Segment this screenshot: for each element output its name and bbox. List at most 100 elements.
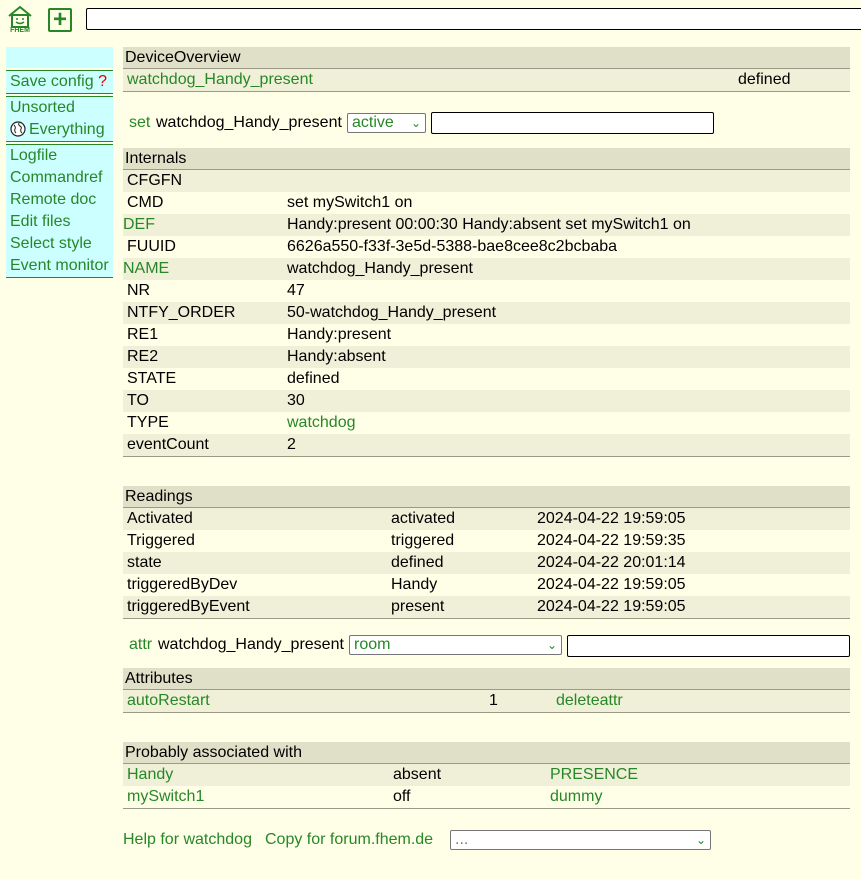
attribute-row: autoRestart 1 deleteattr — [123, 690, 850, 712]
device-name-link[interactable]: watchdog_Handy_present — [127, 69, 313, 91]
associated-device-link[interactable]: mySwitch1 — [127, 786, 204, 808]
help-link[interactable]: Help for watchdog — [123, 829, 252, 851]
menu-logfile[interactable]: Logfile — [6, 145, 113, 167]
reading-name: triggeredByDev — [127, 576, 238, 593]
attributes-table: Attributes autoRestart 1 deleteattr — [123, 668, 850, 713]
set-button[interactable]: set — [129, 112, 150, 134]
room-unsorted[interactable]: Unsorted — [6, 97, 113, 119]
plus-icon: + — [52, 6, 67, 33]
reading-row: Triggered triggered 2024-04-22 19:59:35 — [123, 530, 850, 552]
menu-commandref-label[interactable]: Commandref — [10, 169, 102, 186]
internal-name: NTFY_ORDER — [127, 304, 236, 321]
add-device-button[interactable]: + — [48, 8, 72, 32]
internal-value: Handy:present — [287, 326, 392, 343]
reading-row: Activated activated 2024-04-22 19:59:05 — [123, 508, 850, 530]
attr-value-input[interactable] — [567, 635, 850, 657]
attribute-name-link[interactable]: autoRestart — [127, 690, 210, 712]
copy-forum-link[interactable]: Copy for forum.fhem.de — [265, 829, 433, 851]
internal-name: RE2 — [127, 348, 159, 365]
internal-name[interactable]: NAME — [123, 258, 169, 280]
menu-event-monitor-label[interactable]: Event monitor — [10, 257, 109, 274]
internal-row: NR 47 — [123, 280, 850, 302]
internals-rows: CFGFN CMD set mySwitch1 on DEF Handy:present… — [123, 170, 850, 457]
internal-name: TO — [127, 392, 149, 409]
internal-row: CMD set mySwitch1 on — [123, 192, 850, 214]
internal-value: 47 — [287, 282, 305, 299]
reading-name: state — [127, 554, 162, 571]
reading-value: activated — [391, 510, 456, 527]
footer-row: Help for watchdog Copy for forum.fhem.de… — [123, 829, 850, 853]
attr-button[interactable]: attr — [129, 634, 152, 656]
associated-device-link[interactable]: Handy — [127, 764, 173, 786]
set-value-input[interactable] — [431, 112, 714, 134]
sidebar-menu: Save config ? Unsorted Everything Logfil… — [6, 47, 113, 278]
reading-name: Triggered — [127, 532, 195, 549]
internal-row: RE2 Handy:absent — [123, 346, 850, 368]
internal-row: DEF Handy:present 00:00:30 Handy:absent s… — [123, 214, 850, 236]
menu-remote-doc[interactable]: Remote doc — [6, 189, 113, 211]
chevron-down-icon: ⌄ — [546, 638, 557, 652]
internal-row: eventCount 2 — [123, 434, 850, 456]
menu-logfile-label[interactable]: Logfile — [10, 147, 57, 164]
attr-select[interactable]: room ⌄ — [349, 635, 562, 655]
internal-row: NAME watchdog_Handy_present — [123, 258, 850, 280]
reading-value: defined — [391, 554, 444, 571]
logo-text: FHEM — [10, 27, 30, 34]
menu-select-style[interactable]: Select style — [6, 233, 113, 255]
menu-remote-doc-label[interactable]: Remote doc — [10, 191, 96, 208]
internal-row: RE1 Handy:present — [123, 324, 850, 346]
room-everything[interactable]: Everything — [6, 119, 113, 141]
main-content: DeviceOverview watchdog_Handy_present de… — [123, 47, 850, 853]
set-command-row: set watchdog_Handy_present active ⌄ — [123, 112, 850, 134]
reading-value: Handy — [391, 576, 438, 593]
footer-select-value: ... — [455, 831, 469, 848]
top-bar: FHEM + — [0, 0, 861, 40]
set-select[interactable]: active ⌄ — [347, 113, 426, 133]
readings-rows: Activated activated 2024-04-22 19:59:05 Tri… — [123, 508, 850, 619]
readings-header: Readings — [123, 486, 850, 508]
associated-row: mySwitch1 off dummy — [123, 786, 850, 808]
internal-row: TYPE watchdog — [123, 412, 850, 434]
room-unsorted-label[interactable]: Unsorted — [10, 99, 75, 116]
menu-select-style-label[interactable]: Select style — [10, 235, 92, 252]
internal-value: 2 — [287, 436, 296, 453]
device-overview: DeviceOverview watchdog_Handy_present de… — [123, 47, 850, 92]
menu-edit-files-label[interactable]: Edit files — [10, 213, 70, 230]
footer-select[interactable]: ... ⌄ — [450, 830, 711, 850]
internals-table: Internals CFGFN CMD set mySwitch1 on DEF Han… — [123, 148, 850, 457]
readings-table: Readings Activated activated 2024-04-22 19… — [123, 486, 850, 619]
reading-timestamp: 2024-04-22 20:01:14 — [537, 554, 686, 571]
menu-tools-block: Logfile Commandref Remote doc Edit files… — [6, 144, 113, 278]
internal-value[interactable]: watchdog — [287, 412, 356, 434]
globe-icon — [10, 121, 26, 137]
menu-edit-files[interactable]: Edit files — [6, 211, 113, 233]
command-input[interactable] — [86, 8, 861, 30]
internal-value: defined — [287, 370, 340, 387]
internal-name: FUUID — [127, 238, 176, 255]
associated-type-link[interactable]: dummy — [550, 786, 602, 808]
associated-header: Probably associated with — [123, 742, 850, 764]
reading-value: present — [391, 598, 445, 615]
menu-event-monitor[interactable]: Event monitor — [6, 255, 113, 277]
room-everything-label[interactable]: Everything — [29, 121, 105, 138]
associated-type-link[interactable]: PRESENCE — [550, 764, 638, 786]
save-config-link[interactable]: Save config ? — [6, 71, 113, 93]
associated-state: off — [393, 788, 411, 805]
reading-name: Activated — [127, 510, 193, 527]
attr-device-name: watchdog_Handy_present — [158, 636, 344, 653]
attributes-rows: autoRestart 1 deleteattr — [123, 690, 850, 713]
internal-name: CFGFN — [127, 172, 183, 189]
internal-name: NR — [127, 282, 151, 299]
internal-value: 30 — [287, 392, 305, 409]
internal-value: 6626a550-f33f-3e5d-5388-bae8cee8c2bcbaba — [287, 238, 618, 255]
internals-header: Internals — [123, 148, 850, 170]
internal-name[interactable]: DEF — [123, 214, 155, 236]
reading-timestamp: 2024-04-22 19:59:05 — [537, 576, 686, 593]
save-config-label[interactable]: Save config — [10, 73, 94, 90]
internal-name: CMD — [127, 194, 164, 211]
fhem-logo[interactable]: FHEM — [6, 5, 34, 37]
reading-row: triggeredByDev Handy 2024-04-22 19:59:05 — [123, 574, 850, 596]
menu-commandref[interactable]: Commandref — [6, 167, 113, 189]
internal-name: TYPE — [127, 414, 169, 431]
deleteattr-link[interactable]: deleteattr — [556, 690, 623, 712]
